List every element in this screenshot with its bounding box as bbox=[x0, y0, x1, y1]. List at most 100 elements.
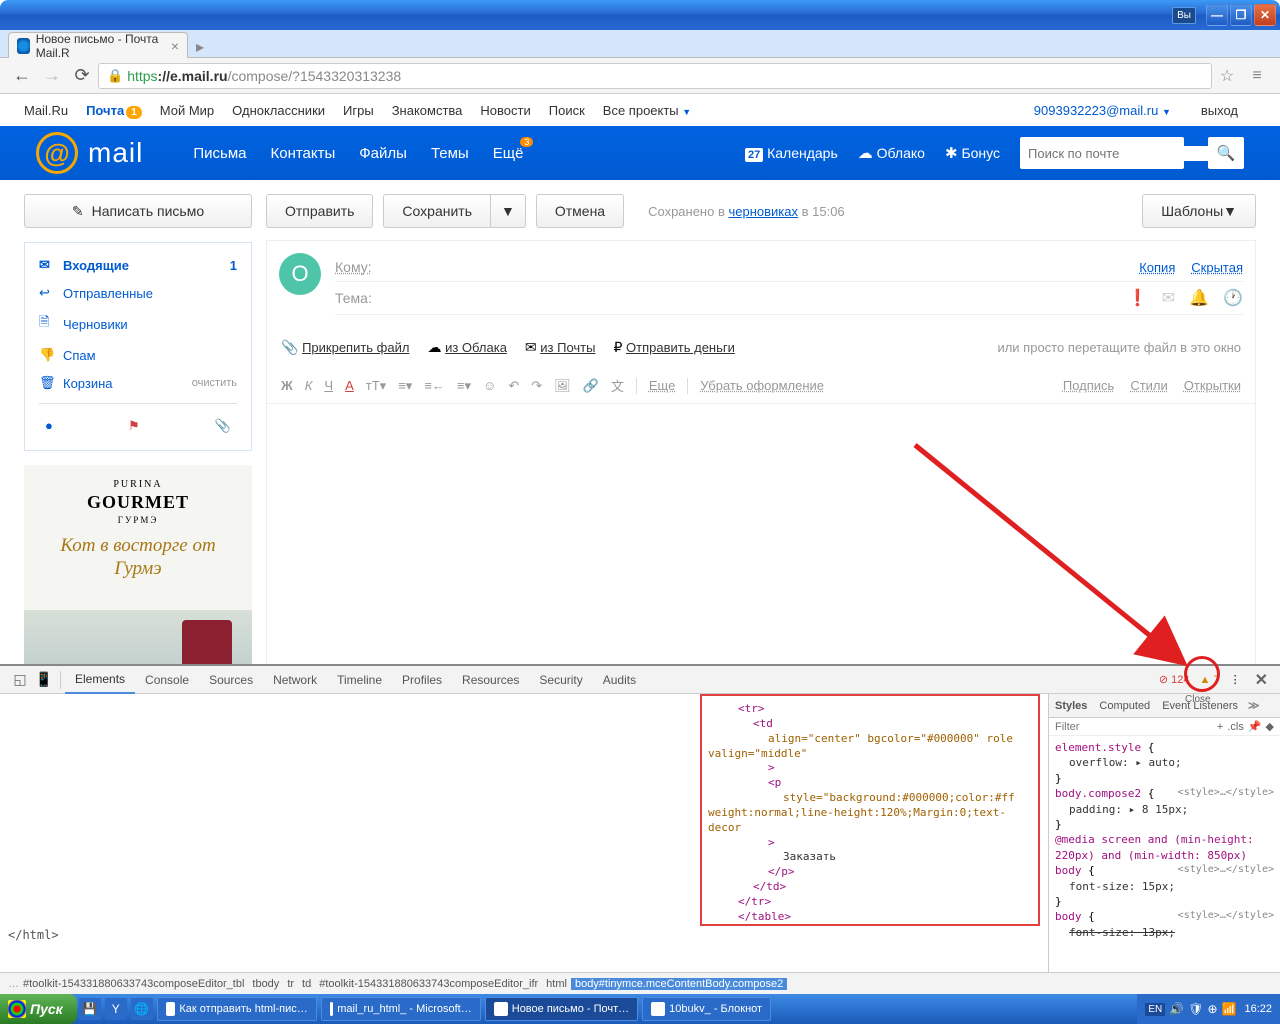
devtools-tab[interactable]: Resources bbox=[452, 666, 529, 694]
error-count[interactable]: ⊘ 124 bbox=[1159, 673, 1190, 686]
list-button[interactable]: ≡▾ bbox=[457, 378, 471, 394]
attachment-filter-icon[interactable]: 📎 bbox=[215, 418, 231, 434]
header-nav-item[interactable]: Письма bbox=[193, 145, 246, 162]
devtools-close-button[interactable]: ✕ bbox=[1251, 670, 1272, 690]
tray-icon[interactable]: 📶 bbox=[1222, 1002, 1237, 1016]
templates-button[interactable]: Шаблоны ▼ bbox=[1142, 194, 1256, 228]
format-more[interactable]: Еще bbox=[649, 378, 675, 393]
format-remove[interactable]: Убрать оформление bbox=[700, 378, 824, 393]
header-nav-item[interactable]: Ещё3 bbox=[493, 145, 524, 162]
topnav-link[interactable]: Mail.Ru bbox=[24, 103, 68, 118]
redo-button[interactable]: ↷ bbox=[531, 378, 542, 394]
styles-tab[interactable]: Styles bbox=[1049, 700, 1093, 712]
schedule-icon[interactable]: 🕐 bbox=[1223, 288, 1243, 308]
topnav-link[interactable]: Все проекты ▼ bbox=[603, 103, 691, 118]
devtools-tab[interactable]: Timeline bbox=[327, 666, 392, 694]
lang-indicator[interactable]: EN bbox=[1145, 1003, 1165, 1016]
taskbar-item[interactable]: Как отправить html-пис… bbox=[157, 997, 317, 1021]
cancel-button[interactable]: Отмена bbox=[536, 194, 624, 228]
receipt-icon[interactable]: ✉ bbox=[1162, 288, 1175, 308]
folder-sent[interactable]: ↩Отправленные bbox=[25, 279, 251, 307]
header-bonus[interactable]: ✱ Бонус bbox=[945, 144, 1000, 162]
topnav-link[interactable]: Игры bbox=[343, 103, 374, 118]
taskbar-item[interactable]: mail_ru_html_ - Microsoft… bbox=[321, 997, 481, 1021]
topnav-link[interactable]: Поиск bbox=[549, 103, 585, 118]
styles-more-icon[interactable]: ≫ bbox=[1244, 699, 1264, 712]
header-nav-item[interactable]: Файлы bbox=[359, 145, 407, 162]
flagged-filter-icon[interactable]: ⚑ bbox=[128, 418, 140, 434]
tray-icon[interactable]: 🛡 bbox=[1188, 1002, 1203, 1016]
topnav-link[interactable]: Знакомства bbox=[392, 103, 463, 118]
compose-button[interactable]: ✎ Написать письмо bbox=[24, 194, 252, 228]
font-button[interactable]: тТ▾ bbox=[366, 378, 386, 394]
cc-link[interactable]: Копия bbox=[1139, 260, 1175, 275]
devtools-tab[interactable]: Console bbox=[135, 666, 199, 694]
bcc-link[interactable]: Скрытая bbox=[1191, 260, 1243, 275]
priority-icon[interactable]: ❗ bbox=[1128, 288, 1148, 308]
device-icon[interactable]: 📱 bbox=[32, 671, 56, 688]
unread-filter-icon[interactable]: ● bbox=[45, 418, 53, 434]
logout-link[interactable]: выход bbox=[1201, 103, 1238, 118]
cards-link[interactable]: Открытки bbox=[1184, 378, 1241, 393]
devtools-tab[interactable]: Elements bbox=[65, 666, 135, 694]
compose-editor[interactable] bbox=[267, 404, 1255, 669]
tray-icon[interactable]: 🔊 bbox=[1169, 1002, 1184, 1016]
color-button[interactable]: А bbox=[345, 378, 354, 393]
to-label[interactable]: Кому: bbox=[335, 259, 383, 275]
emoji-button[interactable]: ☺ bbox=[483, 378, 496, 393]
bookmark-star-icon[interactable]: ☆ bbox=[1212, 66, 1242, 86]
header-nav-item[interactable]: Темы bbox=[431, 145, 469, 162]
cls-toggle[interactable]: .cls bbox=[1227, 721, 1244, 733]
browser-menu-icon[interactable]: ≡ bbox=[1242, 67, 1272, 85]
italic-button[interactable]: К bbox=[305, 378, 313, 393]
send-button[interactable]: Отправить bbox=[266, 194, 373, 228]
nav-back[interactable]: ← bbox=[8, 62, 36, 90]
drafts-link[interactable]: черновиках bbox=[728, 204, 798, 219]
devtools-tab[interactable]: Security bbox=[529, 666, 592, 694]
hov-icon[interactable]: ◆ bbox=[1266, 720, 1274, 733]
quicklaunch-icon[interactable]: 🌐 bbox=[131, 998, 153, 1020]
send-money[interactable]: ₽ Отправить деньги bbox=[613, 339, 734, 356]
nav-reload[interactable]: ⟳ bbox=[68, 62, 96, 90]
underline-button[interactable]: Ч bbox=[324, 378, 333, 393]
taskbar-clock[interactable]: 16:22 bbox=[1244, 1003, 1272, 1015]
user-email-menu[interactable]: 9093932223@mail.ru ▼ bbox=[1034, 103, 1171, 118]
quicklaunch-icon[interactable]: Y bbox=[105, 998, 127, 1020]
folder-inbox[interactable]: ✉Входящие1 bbox=[25, 251, 251, 279]
topnav-link[interactable]: Новости bbox=[480, 103, 530, 118]
devtools-tab[interactable]: Network bbox=[263, 666, 327, 694]
topnav-link[interactable]: Мой Мир bbox=[160, 103, 214, 118]
signature-link[interactable]: Подпись bbox=[1063, 378, 1114, 393]
window-close[interactable]: ✕ bbox=[1254, 4, 1276, 26]
nav-forward[interactable]: → bbox=[38, 62, 66, 90]
devtools-tab[interactable]: Audits bbox=[593, 666, 646, 694]
mail-search[interactable]: ▼ bbox=[1020, 137, 1184, 169]
save-dropdown[interactable]: ▼ bbox=[490, 194, 526, 228]
inspect-icon[interactable]: ◱ bbox=[8, 671, 32, 688]
folder-drafts[interactable]: 🗎Черновики bbox=[25, 307, 251, 341]
quicklaunch-icon[interactable]: 💾 bbox=[79, 998, 101, 1020]
header-calendar[interactable]: 27 Календарь bbox=[745, 145, 838, 161]
styles-tab[interactable]: Computed bbox=[1093, 700, 1156, 712]
window-minimize[interactable]: — bbox=[1206, 4, 1228, 26]
window-maximize[interactable]: ❐ bbox=[1230, 4, 1252, 26]
link-button[interactable]: 🔗 bbox=[583, 378, 599, 394]
mailru-logo-icon[interactable]: @ bbox=[36, 132, 78, 174]
devtools-tab[interactable]: Profiles bbox=[392, 666, 452, 694]
warning-count[interactable]: ▲ 7 bbox=[1200, 674, 1220, 686]
taskbar-item[interactable]: 10bukv_ - Блокнот bbox=[642, 997, 771, 1021]
topnav-link[interactable]: Одноклассники bbox=[232, 103, 325, 118]
attach-file[interactable]: 📎 Прикрепить файл bbox=[281, 339, 409, 356]
indent-button[interactable]: ≡← bbox=[424, 378, 445, 393]
styles-link[interactable]: Стили bbox=[1130, 378, 1167, 393]
devtools-menu-icon[interactable]: ⋮ bbox=[1230, 673, 1241, 686]
css-rules[interactable]: element.style { overflow: ▸ auto; } body… bbox=[1049, 736, 1280, 944]
translate-button[interactable]: 文 bbox=[611, 376, 624, 395]
taskbar-item[interactable]: Новое письмо - Почт… bbox=[485, 997, 638, 1021]
image-button[interactable]: 🖼 bbox=[554, 378, 571, 394]
header-nav-item[interactable]: Контакты bbox=[270, 145, 335, 162]
new-tab-button[interactable]: ▸ bbox=[188, 37, 212, 57]
bold-button[interactable]: Ж bbox=[281, 378, 293, 393]
header-cloud[interactable]: ☁ Облако bbox=[858, 144, 925, 162]
notify-icon[interactable]: 🔔 bbox=[1189, 288, 1209, 308]
